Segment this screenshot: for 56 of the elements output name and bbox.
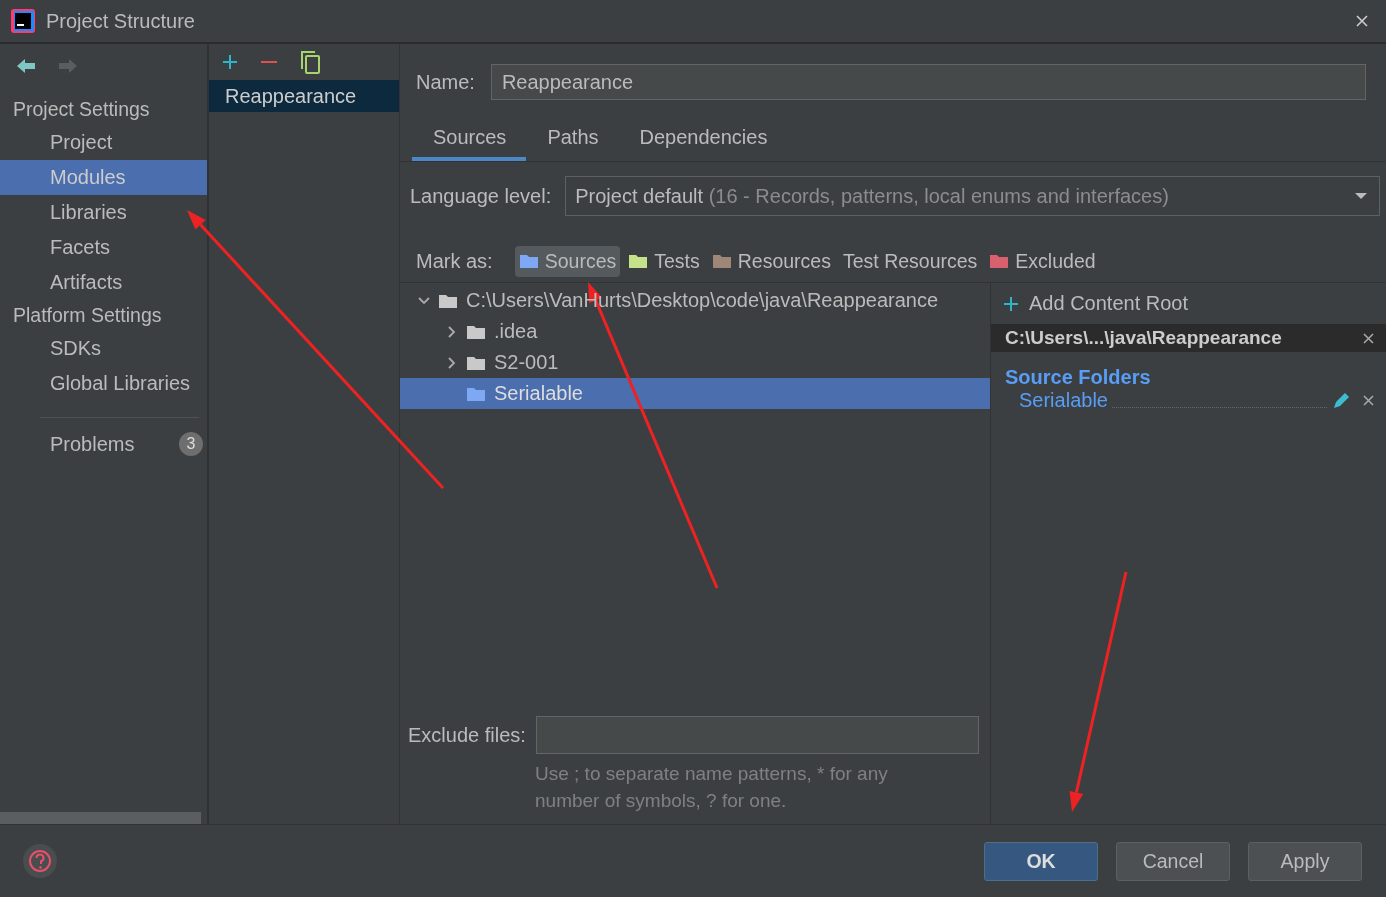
- add-icon: [221, 53, 239, 71]
- field-label: Name:: [416, 70, 475, 94]
- sidebar-item[interactable]: SDKs: [0, 331, 207, 366]
- field-label: Exclude files:: [408, 723, 526, 747]
- sidebar-item[interactable]: Problems: [50, 432, 135, 456]
- scrollbar[interactable]: [0, 812, 201, 824]
- tree-row[interactable]: Serialable: [400, 378, 990, 409]
- window-title: Project Structure: [46, 9, 195, 33]
- sidebar-item[interactable]: Libraries: [0, 195, 207, 230]
- field-label: Mark as:: [416, 249, 493, 273]
- pencil-icon: [1331, 390, 1351, 411]
- help-icon: [22, 843, 58, 879]
- sidebar-item[interactable]: Artifacts: [0, 265, 207, 300]
- close-icon: [1363, 395, 1374, 406]
- dialog-button[interactable]: Cancel: [1116, 841, 1230, 881]
- sidebar-item[interactable]: Modules: [0, 160, 207, 195]
- tree-row[interactable]: .idea: [400, 316, 990, 347]
- tab[interactable]: Paths: [526, 118, 619, 161]
- module-item[interactable]: Reappearance: [209, 80, 399, 112]
- source-folder-name: Serialable: [1019, 389, 1108, 412]
- mark-as-button[interactable]: Test Resources: [838, 245, 982, 277]
- mark-as-button[interactable]: Sources: [514, 245, 621, 277]
- close-icon: [1363, 332, 1374, 344]
- count-badge: 3: [179, 432, 203, 456]
- close-icon: [1356, 15, 1368, 27]
- folder-icon: [466, 323, 486, 340]
- tree-row[interactable]: S2-001: [400, 347, 990, 378]
- mark-as-button[interactable]: Resources: [707, 245, 835, 277]
- section-heading: Source Folders: [1004, 365, 1152, 389]
- sidebar-item[interactable]: Global Libraries: [0, 366, 207, 401]
- mark-as-button[interactable]: Tests: [624, 245, 704, 277]
- tab[interactable]: Dependencies: [618, 118, 788, 161]
- folder-icon: [438, 292, 458, 309]
- add-content-root-button[interactable]: Add Content Root: [991, 283, 1200, 324]
- dropdown-caret-icon: [1355, 192, 1367, 200]
- hint-text: Use ; to separate name patterns, * for any number of symbols, ? for one.: [534, 762, 889, 813]
- add-icon: [1003, 295, 1019, 312]
- name-field[interactable]: Reappearance: [490, 64, 1366, 100]
- dialog-button[interactable]: Apply: [1248, 841, 1362, 881]
- section-header: Project Settings: [12, 97, 151, 122]
- sidebar-item[interactable]: Facets: [0, 230, 207, 265]
- exclude-files-field[interactable]: [535, 716, 979, 754]
- tab[interactable]: Sources: [412, 118, 527, 161]
- folder-icon: [466, 385, 486, 402]
- app-logo-icon: [10, 8, 36, 34]
- field-label: Language level:: [410, 184, 552, 208]
- mark-as-button[interactable]: Excluded: [985, 245, 1100, 277]
- content-root-path: C:\Users\...\java\Reappearance: [1005, 327, 1283, 349]
- forward-arrow-icon: [58, 58, 78, 74]
- sidebar-item[interactable]: Project: [0, 125, 207, 160]
- language-level-dropdown[interactable]: Project default (16 - Records, patterns, local enums and interfaces): [565, 176, 1380, 216]
- folder-icon: [466, 354, 486, 371]
- back-arrow-icon: [16, 58, 36, 74]
- copy-icon: [299, 50, 321, 74]
- section-header: Platform Settings: [12, 303, 163, 328]
- dialog-button[interactable]: OK: [984, 841, 1098, 881]
